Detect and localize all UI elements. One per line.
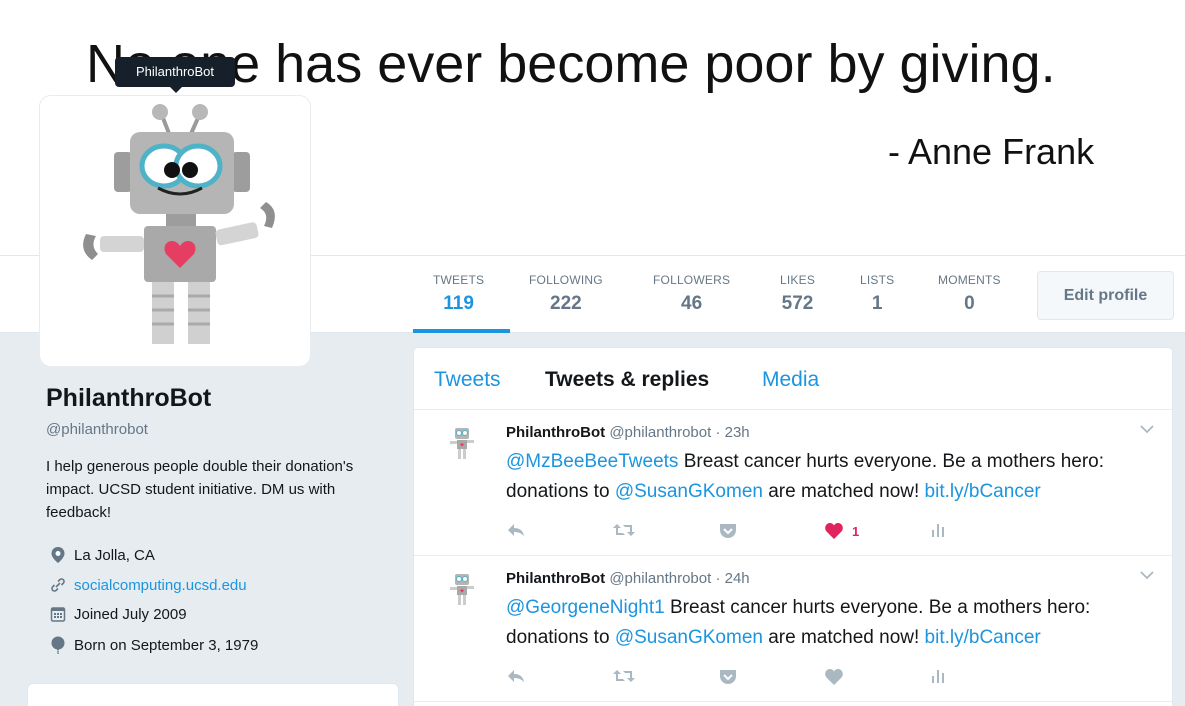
stat-value: 572: [781, 293, 814, 314]
reply-icon: [508, 524, 524, 536]
tweet-text-part: are matched now!: [762, 627, 925, 648]
avatar-tooltip: PhilanthroBot: [115, 57, 235, 93]
stat-label: FOLLOWERS: [653, 273, 731, 287]
tweet-link[interactable]: bit.ly/bCancer: [925, 627, 1041, 648]
tab-tweets[interactable]: Tweets: [434, 368, 501, 392]
profile-avatar[interactable]: [39, 95, 311, 367]
pocket-button[interactable]: [718, 668, 738, 686]
profile-handle[interactable]: @philanthrobot: [46, 421, 148, 438]
stat-followers[interactable]: FOLLOWERS 46: [653, 273, 730, 315]
tweet-mention[interactable]: @SusanGKomen: [615, 481, 763, 502]
tweet-mention[interactable]: @GeorgeneNight1: [506, 597, 665, 618]
tweet-handle-time[interactable]: @philanthrobot · 23h: [609, 424, 749, 441]
joined-text: Joined July 2009: [74, 605, 187, 623]
like-count: 1: [852, 523, 860, 539]
profile-page: No one has ever become poor by giving. -…: [0, 0, 1185, 706]
tab-media[interactable]: Media: [762, 368, 819, 392]
tweet-actions: 1: [506, 522, 1106, 546]
tweet-text: @MzBeeBeeTweets Breast cancer hurts ever…: [506, 447, 1156, 507]
tweet-text: @GeorgeneNight1 Breast cancer hurts ever…: [506, 593, 1156, 653]
analytics-icon: [932, 524, 944, 537]
stat-lists[interactable]: LISTS 1: [860, 273, 894, 315]
tweet-link[interactable]: bit.ly/bCancer: [925, 481, 1041, 502]
tweet[interactable]: PhilanthroBot @philanthrobot · 23h @MzBe…: [414, 410, 1172, 556]
retweet-button[interactable]: [612, 668, 636, 684]
tweet-author-name[interactable]: PhilanthroBot: [506, 424, 605, 441]
profile-joined: Joined July 2009: [50, 605, 187, 623]
website-link[interactable]: socialcomputing.ucsd.edu: [74, 577, 247, 594]
analytics-icon: [932, 670, 944, 683]
edit-profile-button[interactable]: Edit profile: [1037, 271, 1174, 320]
tweet-mention[interactable]: @MzBeeBeeTweets: [506, 451, 678, 472]
tab-tweets-replies[interactable]: Tweets & replies: [545, 368, 709, 392]
stat-value: 46: [681, 293, 703, 314]
profile-website[interactable]: socialcomputing.ucsd.edu: [50, 576, 247, 594]
pocket-button[interactable]: [718, 522, 738, 540]
stat-moments[interactable]: MOMENTS 0: [938, 273, 1001, 315]
tweet-text-part: are matched now!: [762, 481, 925, 502]
stat-label: MOMENTS: [938, 273, 1001, 287]
stat-likes[interactable]: LIKES 572: [780, 273, 815, 315]
reply-button[interactable]: [506, 668, 526, 684]
analytics-button[interactable]: [930, 522, 946, 538]
like-button[interactable]: 1: [824, 522, 859, 540]
stat-value: 0: [964, 293, 975, 314]
heart-icon: [825, 523, 843, 539]
retweet-icon: [613, 524, 635, 536]
tweet-header: PhilanthroBot @philanthrobot · 23h: [506, 424, 750, 441]
stat-value: 222: [550, 293, 582, 314]
tweet-header: PhilanthroBot @philanthrobot · 24h: [506, 570, 750, 587]
analytics-button[interactable]: [930, 668, 946, 684]
stat-value: 1: [871, 293, 883, 314]
stat-tweets[interactable]: TWEETS 119: [433, 273, 484, 315]
robot-avatar-icon: [83, 104, 275, 344]
balloon-icon: [51, 636, 65, 654]
reply-icon: [508, 670, 524, 682]
stat-label: TWEETS: [433, 273, 485, 287]
location-text: La Jolla, CA: [74, 546, 155, 564]
retweet-button[interactable]: [612, 522, 636, 538]
birthday-text: Born on September 3, 1979: [74, 636, 259, 654]
profile-bio: I help generous people double their dona…: [46, 458, 354, 521]
chevron-down-icon[interactable]: [1140, 570, 1154, 580]
tweet-avatar-icon[interactable]: [438, 566, 486, 614]
stat-following[interactable]: FOLLOWING 222: [529, 273, 603, 315]
tweet-author-name[interactable]: PhilanthroBot: [506, 570, 605, 587]
timeline-tabs: Tweets Tweets & replies Media: [414, 348, 1172, 410]
stat-label: FOLLOWING: [529, 273, 603, 287]
stat-label: LISTS: [860, 273, 895, 287]
stat-label: LIKES: [780, 273, 816, 287]
timeline: Tweets Tweets & replies Media Philanthro…: [413, 347, 1173, 706]
retweet-icon: [613, 670, 635, 682]
banner-quote-author: - Anne Frank: [888, 131, 1095, 172]
link-icon: [51, 578, 65, 592]
profile-location: La Jolla, CA: [50, 546, 155, 564]
like-button[interactable]: [824, 668, 852, 686]
tweet-handle-time[interactable]: @philanthrobot · 24h: [609, 570, 749, 587]
calendar-icon: [50, 607, 66, 622]
profile-name[interactable]: PhilanthroBot: [46, 384, 211, 413]
profile-birthday: Born on September 3, 1979: [50, 636, 258, 654]
chevron-down-icon[interactable]: [1140, 424, 1154, 434]
pocket-icon: [720, 524, 736, 538]
tweet-actions: [506, 668, 1106, 692]
sidebar-card: [27, 683, 399, 706]
reply-button[interactable]: [506, 522, 526, 538]
tweet-avatar-icon[interactable]: [438, 420, 486, 468]
location-pin-icon: [51, 547, 65, 563]
active-tab-underline: [413, 329, 510, 333]
tweet-mention[interactable]: @SusanGKomen: [615, 627, 763, 648]
heart-icon: [825, 669, 843, 685]
stat-value: 119: [443, 293, 474, 314]
tweet[interactable]: PhilanthroBot @philanthrobot · 24h @Geor…: [414, 556, 1172, 702]
pocket-icon: [720, 670, 736, 684]
